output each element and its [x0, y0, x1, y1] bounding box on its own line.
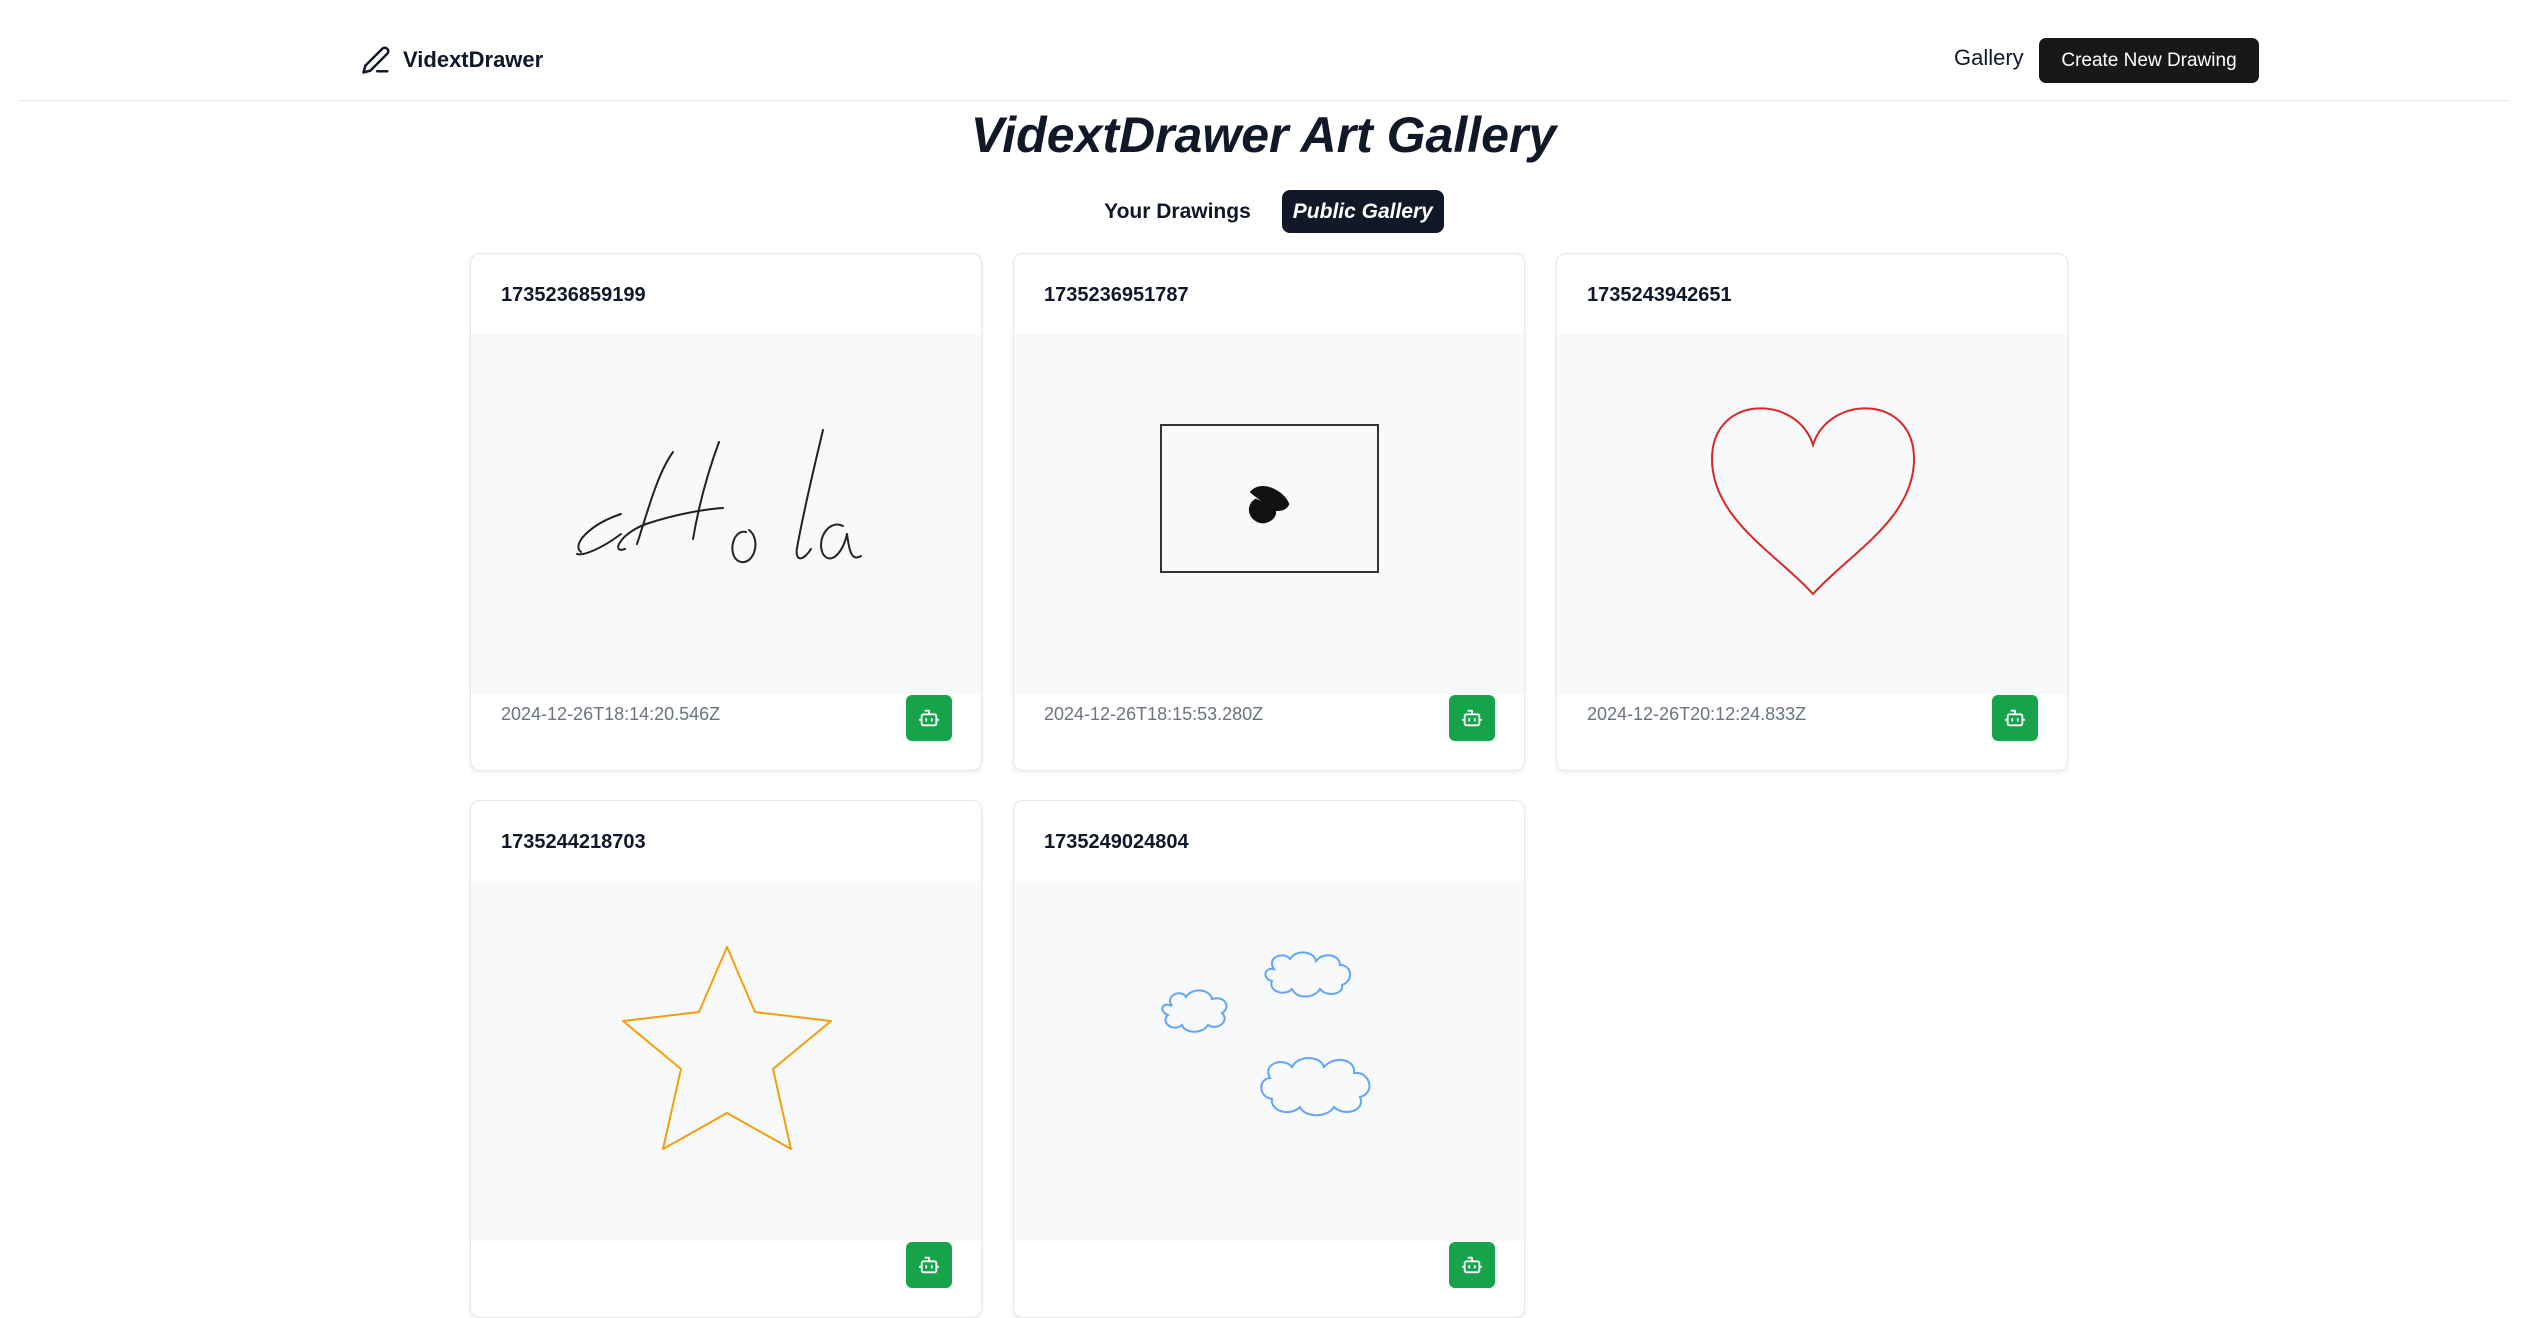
drawing-clouds: [1161, 951, 1371, 1117]
drawing-card[interactable]: 1735244218703: [470, 800, 982, 1318]
gallery-tabs: Your Drawings Public Gallery: [0, 190, 2527, 233]
drawing-card[interactable]: 1735243942651 2024-12-26T20:12:24.833Z: [1556, 253, 2068, 771]
drawing-title: 1735236859199: [501, 284, 646, 306]
drawing-date: 2024-12-26T18:15:53.280Z: [1044, 704, 1264, 724]
ai-analyze-button[interactable]: [1449, 1242, 1495, 1288]
ai-analyze-button[interactable]: [1992, 695, 2038, 741]
nav-gallery-link[interactable]: Gallery: [1954, 45, 2024, 71]
drawing-hola: [576, 429, 862, 564]
drawing-card[interactable]: 1735236859199 2024-12-26T18:14:20.546Z: [470, 253, 982, 771]
tab-public-gallery[interactable]: Public Gallery: [1281, 190, 1444, 233]
drawing-star: [622, 946, 832, 1150]
top-navbar: VidextDrawer Gallery Create New Drawing: [18, 0, 2509, 101]
drawing-card[interactable]: 1735249024804: [1013, 800, 1525, 1318]
drawing-rectangle: [1160, 424, 1379, 573]
drawing-canvas: [471, 881, 981, 1241]
drawing-canvas: [471, 334, 981, 694]
tab-your-drawings[interactable]: Your Drawings: [1093, 190, 1262, 233]
brand-link[interactable]: VidextDrawer: [361, 44, 543, 76]
page-title: VidextDrawer Art Gallery: [970, 107, 1557, 163]
drawing-title: 1735249024804: [1044, 831, 1189, 853]
brand-name: VidextDrawer: [403, 47, 544, 72]
bot-icon: [918, 1256, 940, 1274]
drawing-canvas: [1557, 334, 2067, 694]
ai-analyze-button[interactable]: [906, 695, 952, 741]
bot-icon: [1461, 1256, 1483, 1274]
ai-analyze-button[interactable]: [906, 1242, 952, 1288]
drawing-date: 2024-12-26T20:12:24.833Z: [1587, 704, 1807, 724]
drawing-title: 1735244218703: [501, 831, 646, 853]
drawing-canvas: [1014, 334, 1524, 694]
drawing-title: 1735236951787: [1044, 284, 1189, 306]
drawing-title: 1735243942651: [1587, 284, 1732, 306]
drawing-heart: [1710, 407, 1916, 596]
ai-analyze-button[interactable]: [1449, 695, 1495, 741]
drawing-canvas: [1014, 881, 1524, 1241]
bot-icon: [1461, 709, 1483, 727]
drawing-card[interactable]: 1735236951787 2024-12-26T18:15:53.280Z: [1013, 253, 1525, 771]
bot-icon: [2004, 709, 2026, 727]
create-new-drawing-button[interactable]: Create New Drawing: [2039, 38, 2259, 83]
pencil-icon: [362, 46, 390, 74]
drawing-date: 2024-12-26T18:14:20.546Z: [501, 704, 721, 724]
bot-icon: [918, 709, 940, 727]
